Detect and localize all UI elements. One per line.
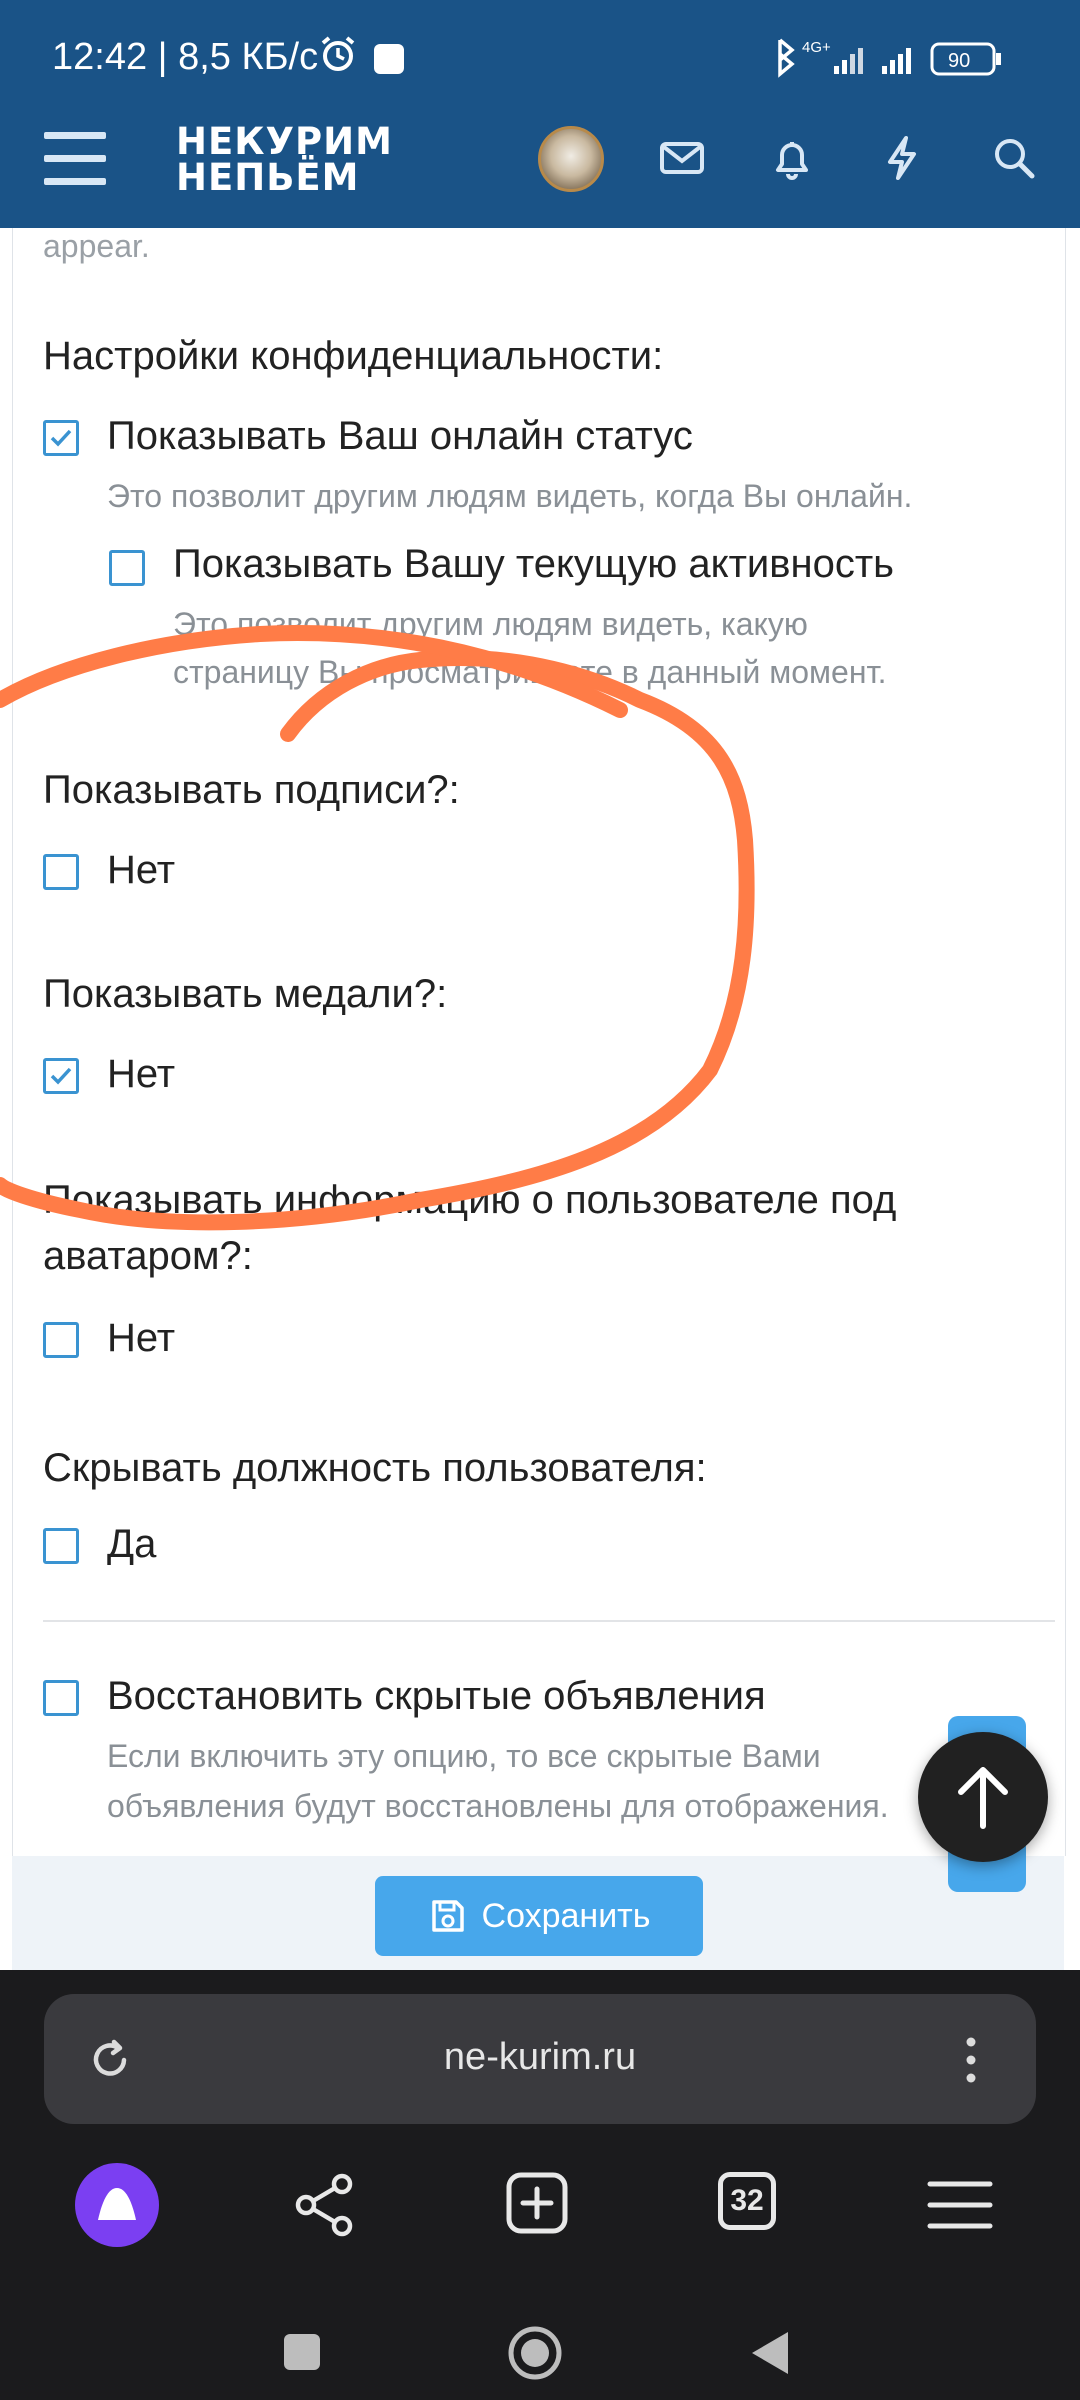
user-info-option[interactable]: Нет — [107, 1316, 175, 1361]
arrow-up-icon — [958, 1767, 1008, 1829]
home-icon[interactable] — [506, 2324, 564, 2382]
status-indicators: 4G+ 90 — [778, 38, 1001, 78]
mail-icon[interactable] — [652, 128, 712, 188]
activity-hint-line1: Это позволит другим людям видеть, какую — [173, 606, 808, 642]
activity-label[interactable]: Показывать Вашу текущую активность — [173, 542, 894, 587]
browser-toolbar: ne-kurim.ru 32 — [0, 1970, 1080, 2400]
user-info-label-line2: аватаром?: — [43, 1234, 253, 1278]
user-info-label-line1: Показывать информацию о пользователе под — [43, 1178, 897, 1222]
settings-form: appear. Настройки конфиденциальности: По… — [12, 228, 1066, 1856]
battery-level: 90 — [948, 50, 970, 72]
hide-title-option[interactable]: Да — [107, 1522, 156, 1567]
scroll-top-button[interactable] — [918, 1732, 1048, 1862]
network-type: 4G+ — [802, 39, 831, 56]
site-logo[interactable]: НЕКУРИМ НЕПЬЁМ — [176, 123, 393, 196]
bolt-icon[interactable] — [872, 128, 932, 188]
share-icon[interactable] — [292, 2172, 358, 2238]
signatures-option[interactable]: Нет — [107, 848, 175, 893]
restore-notices-hint-line2: объявления будут восстановлены для отобр… — [107, 1788, 889, 1824]
avatar[interactable] — [538, 126, 604, 192]
online-status-checkbox[interactable] — [43, 420, 79, 456]
url-text[interactable]: ne-kurim.ru — [44, 2036, 1036, 2079]
online-status-label[interactable]: Показывать Ваш онлайн статус — [107, 414, 693, 459]
activity-hint-line2: страницу Вы просматриваете в данный моме… — [173, 654, 887, 690]
save-button[interactable]: Сохранить — [375, 1876, 703, 1956]
bell-icon[interactable] — [762, 128, 822, 188]
notification-icon — [374, 44, 404, 74]
privacy-label: Настройки конфиденциальности: — [43, 334, 664, 378]
divider — [43, 1620, 1055, 1622]
status-time: 12:42 | 8,5 КБ/с — [52, 36, 319, 78]
bluetooth-icon — [778, 38, 795, 78]
restore-notices-hint-line1: Если включить эту опцию, то все скрытые … — [107, 1738, 821, 1774]
status-bar: 12:42 | 8,5 КБ/с 4G+ 90 — [0, 0, 1080, 124]
alice-assistant-icon[interactable] — [74, 2162, 160, 2248]
online-status-hint: Это позволит другим людям видеть, когда … — [107, 478, 913, 514]
signatures-checkbox[interactable] — [43, 854, 79, 890]
hide-title-checkbox[interactable] — [43, 1528, 79, 1564]
site-header: НЕКУРИМ НЕПЬЁМ — [0, 110, 1080, 228]
menu-icon[interactable] — [44, 132, 106, 192]
restore-notices-label[interactable]: Восстановить скрытые объявления — [107, 1674, 766, 1719]
save-icon — [431, 1900, 464, 1932]
hide-title-label: Скрывать должность пользователя: — [43, 1446, 707, 1490]
alarm-icon — [321, 36, 355, 71]
restore-notices-checkbox[interactable] — [43, 1680, 79, 1716]
medals-checkbox[interactable] — [43, 1058, 79, 1094]
browser-menu-icon[interactable] — [926, 2176, 994, 2234]
signatures-label: Показывать подписи?: — [43, 768, 460, 812]
recents-icon[interactable] — [282, 2332, 322, 2372]
more-icon[interactable] — [956, 2030, 986, 2090]
faded-text: appear. — [43, 228, 150, 264]
medals-label: Показывать медали?: — [43, 972, 448, 1016]
back-icon[interactable] — [748, 2328, 792, 2378]
address-bar[interactable]: ne-kurim.ru — [44, 1994, 1036, 2124]
new-tab-icon[interactable] — [504, 2170, 570, 2236]
user-info-checkbox[interactable] — [43, 1322, 79, 1358]
search-icon[interactable] — [984, 128, 1044, 188]
tabs-count-button[interactable]: 32 — [718, 2172, 776, 2230]
medals-option[interactable]: Нет — [107, 1052, 175, 1097]
save-button-label: Сохранить — [481, 1896, 651, 1935]
activity-checkbox[interactable] — [109, 550, 145, 586]
